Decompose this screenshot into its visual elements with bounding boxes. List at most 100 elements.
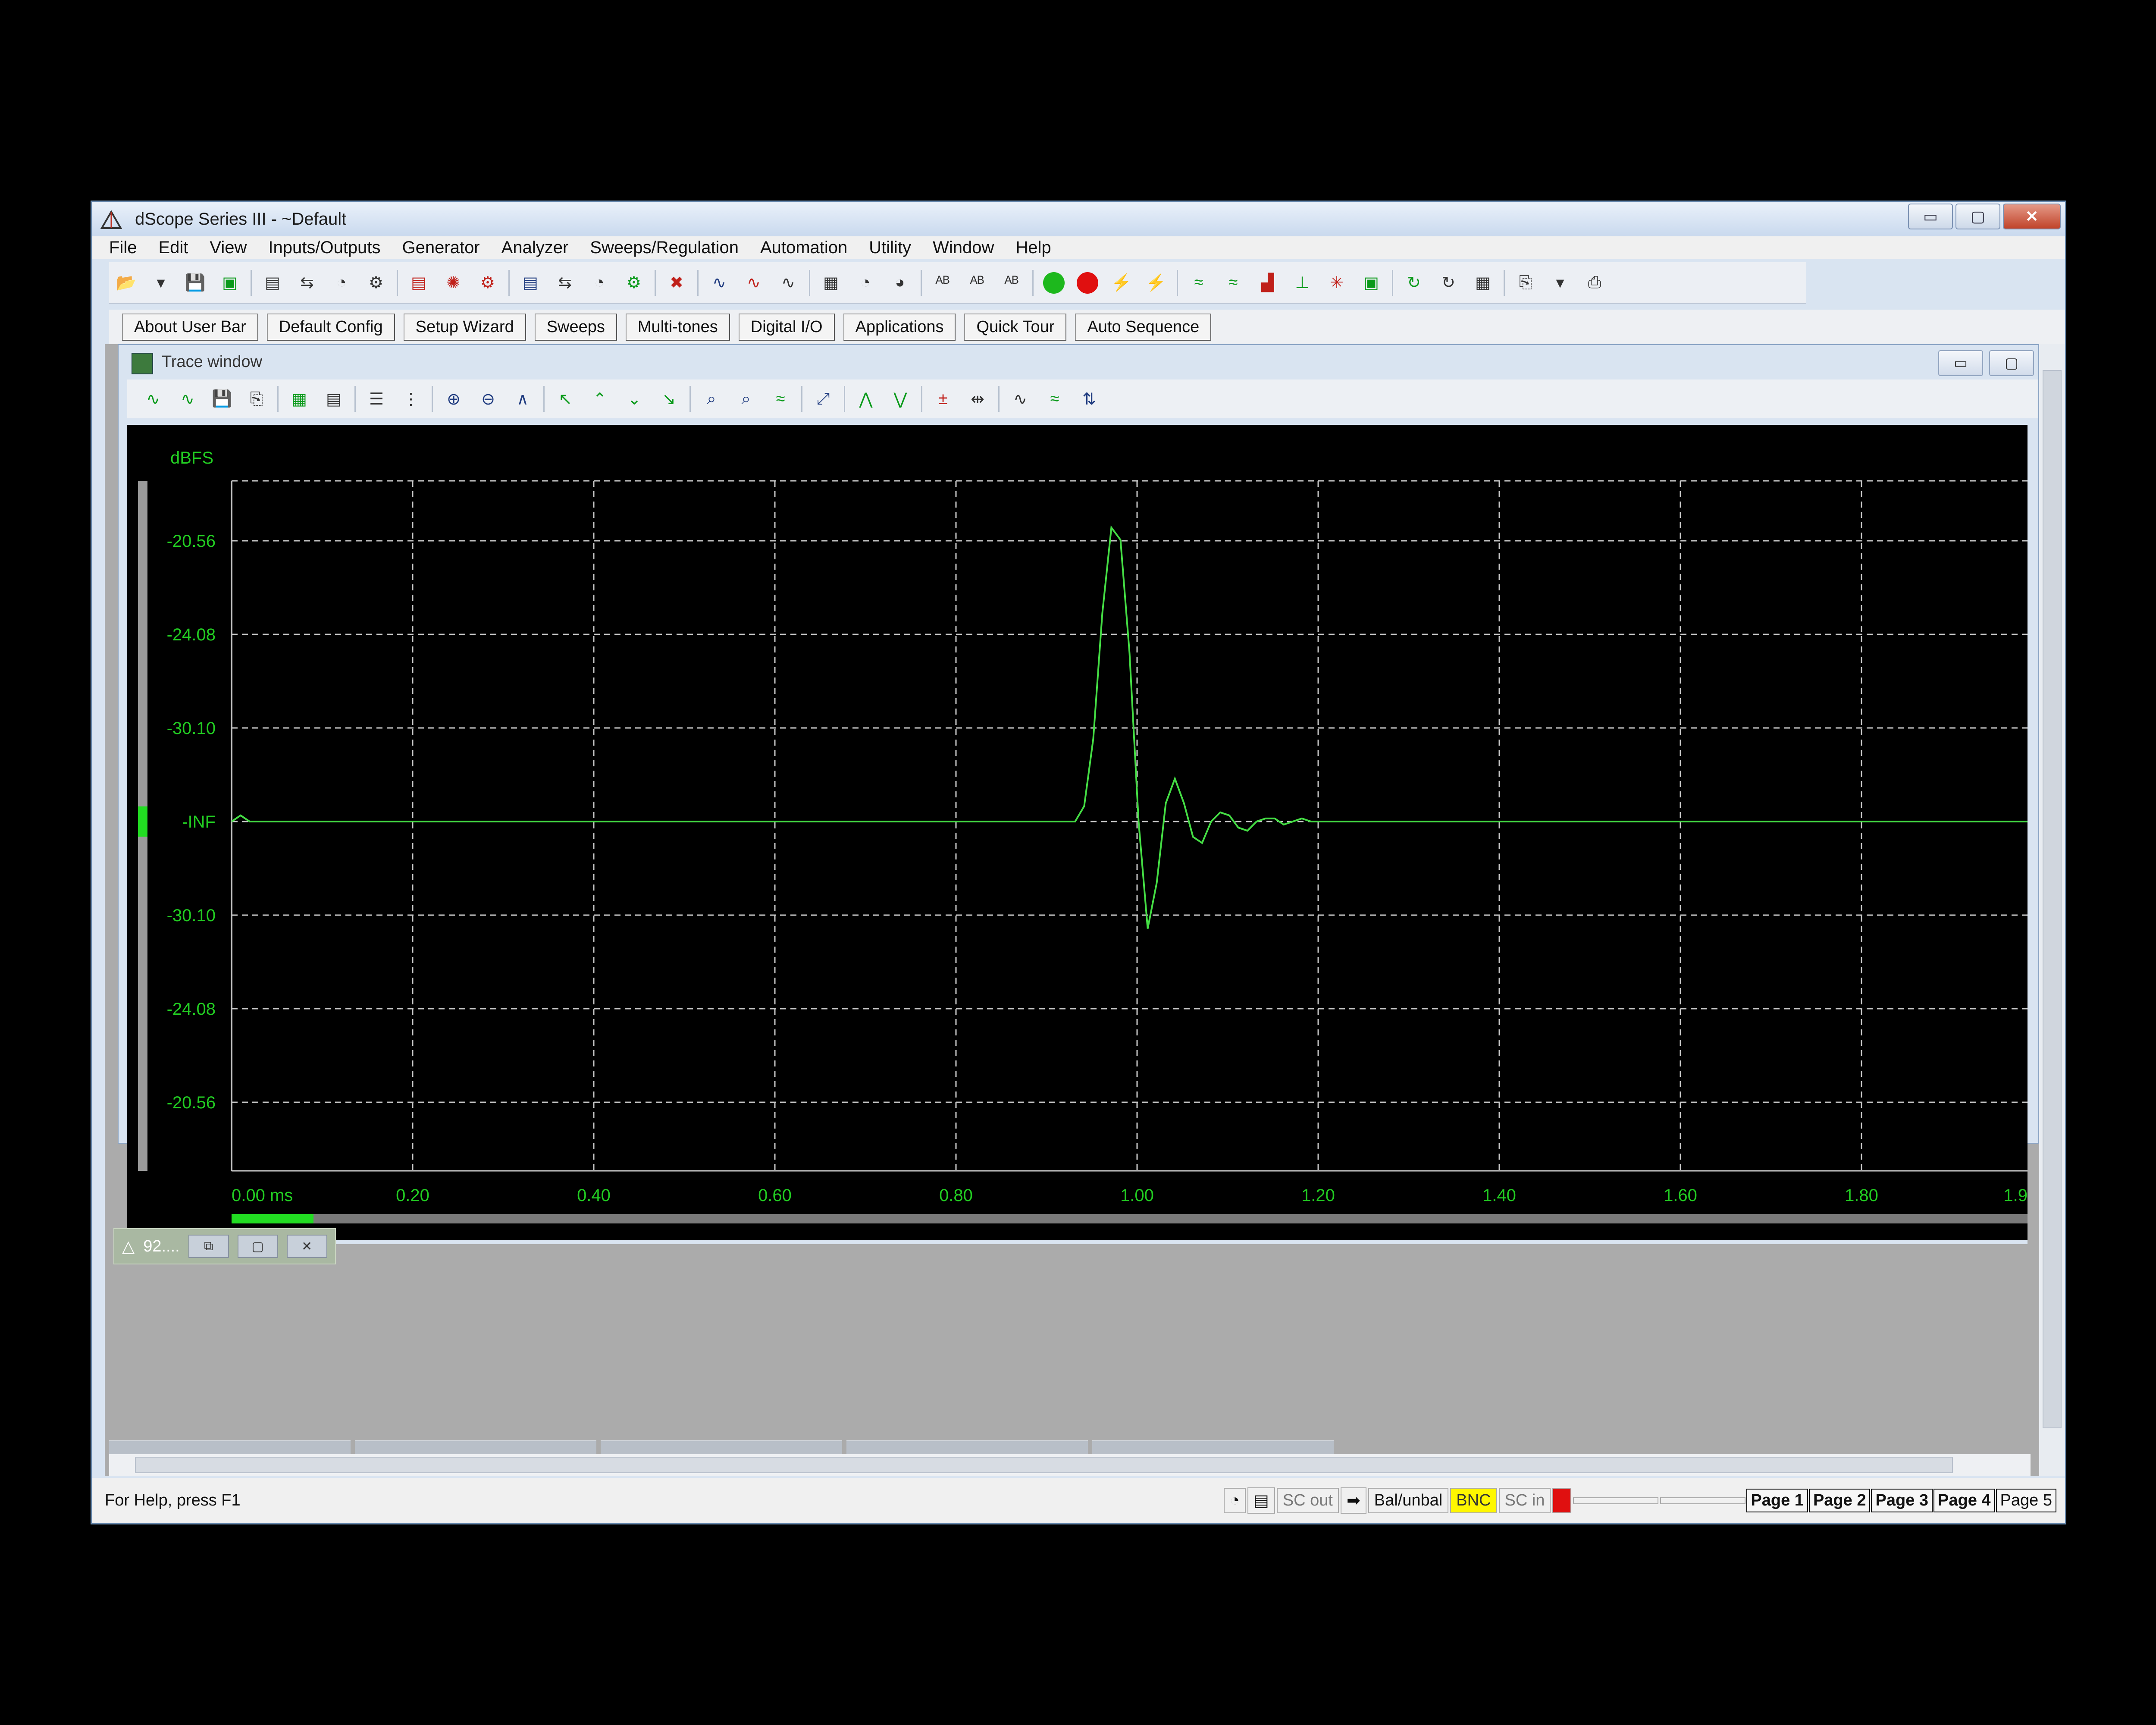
report-icon[interactable]: ⎙ (1582, 270, 1608, 296)
horizontal-scrollbar[interactable] (109, 1454, 2031, 1476)
output-gauge-icon[interactable]: ◔ (329, 270, 354, 296)
about-user-bar-button[interactable]: About User Bar (122, 313, 258, 341)
properties-icon[interactable]: ☰ (364, 386, 389, 412)
output-meter-icon[interactable]: ▤ (260, 270, 285, 296)
autoscale-icon[interactable]: ∧ (510, 386, 536, 412)
minimized-tab[interactable] (601, 1440, 842, 1454)
horizontal-scroll-thumb[interactable] (135, 1457, 1953, 1473)
stop-icon[interactable]: ✖ (664, 270, 689, 296)
page-5-tab[interactable]: Page 5 (1996, 1489, 2056, 1512)
dropdown-arrow-icon[interactable]: ▾ (1547, 270, 1573, 296)
generator-settings-icon[interactable]: ⚙ (475, 270, 501, 296)
input-meter-icon[interactable]: ▤ (517, 270, 543, 296)
cursor-peak-icon[interactable]: ⌃ (587, 386, 613, 412)
cursor-next-icon[interactable]: ⌄ (621, 386, 647, 412)
data-list-icon[interactable]: ⋮ (398, 386, 424, 412)
minimized-tab[interactable] (109, 1440, 351, 1454)
output-settings-icon[interactable]: ⚙ (363, 270, 389, 296)
menu-inputs-outputs[interactable]: Inputs/Outputs (268, 238, 380, 257)
copy-trace-icon[interactable]: ⎘ (244, 386, 270, 412)
spectrum-icon[interactable]: ▟ (1255, 270, 1281, 296)
minimized-tab[interactable] (846, 1440, 1088, 1454)
channel-b-icon[interactable]: ᴬᴮ (964, 270, 990, 296)
sweep-settings-icon[interactable]: ⚡ (1143, 270, 1169, 296)
page-3-tab[interactable]: Page 3 (1871, 1489, 1933, 1512)
input-gauge-icon[interactable]: ◔ (586, 270, 612, 296)
math-icon[interactable]: ± (930, 386, 956, 412)
sweeps-button[interactable]: Sweeps (534, 313, 617, 341)
multi-tones-button[interactable]: Multi-tones (625, 313, 730, 341)
waveform-off-icon[interactable]: ∿ (741, 270, 767, 296)
menu-utility[interactable]: Utility (869, 238, 911, 257)
script-step-icon[interactable]: ↻ (1435, 270, 1461, 296)
menu-help[interactable]: Help (1015, 238, 1051, 257)
output-switch-icon[interactable]: ⇆ (294, 270, 320, 296)
page-4-tab[interactable]: Page 4 (1934, 1489, 1995, 1512)
menu-window[interactable]: Window (933, 238, 994, 257)
open-folder-icon[interactable]: 📂 (113, 270, 139, 296)
peak-down-icon[interactable]: ⋁ (887, 386, 913, 412)
generator-dial-icon[interactable]: ✺ (440, 270, 466, 296)
generator-meter-icon[interactable]: ▤ (406, 270, 432, 296)
save-trace-icon[interactable]: 💾 (209, 386, 235, 412)
trace-minimize-button[interactable]: ▭ (1938, 350, 1983, 376)
save-icon[interactable]: 💾 (182, 270, 208, 296)
x-scroll-track[interactable] (232, 1214, 2028, 1223)
compare-icon[interactable]: ≈ (1042, 386, 1068, 412)
waveform-disabled-icon[interactable]: ∿ (775, 270, 801, 296)
menu-generator[interactable]: Generator (402, 238, 480, 257)
export-icon[interactable]: ⎘ (1513, 270, 1539, 296)
marker-icon[interactable]: ✳ (1324, 270, 1350, 296)
channel-a-icon[interactable]: ᴬᴮ (930, 270, 956, 296)
reference-icon[interactable]: ∿ (1007, 386, 1033, 412)
mini-maximize-button[interactable]: ▢ (237, 1235, 278, 1258)
save-config-icon[interactable]: ▣ (217, 270, 243, 296)
script-record-icon[interactable]: ▦ (1470, 270, 1496, 296)
level-icon[interactable]: ⊥ (1289, 270, 1315, 296)
trace-add-icon[interactable]: ≈ (1186, 270, 1212, 296)
trace-plot[interactable]: dBFS -20.56 -24.08 -30.10 -INF -30.10 -24.08 -… (127, 425, 2028, 1244)
run-green-icon[interactable] (1043, 272, 1065, 294)
menu-automation[interactable]: Automation (760, 238, 847, 257)
zoom-in-icon[interactable]: ⊕ (441, 386, 467, 412)
cursor-left-icon[interactable]: ↖ (552, 386, 578, 412)
record-red-icon[interactable] (1077, 272, 1098, 294)
dropdown-arrow-icon[interactable]: ▾ (148, 270, 174, 296)
link-icon[interactable]: ⇹ (965, 386, 990, 412)
peak-up-icon[interactable]: ⋀ (853, 386, 879, 412)
table-view-icon[interactable]: ▤ (321, 386, 347, 412)
add-trace-icon[interactable]: ∿ (140, 386, 166, 412)
marker-a-icon[interactable]: ⌕ (699, 386, 724, 412)
waveform-icon[interactable]: ∿ (706, 270, 732, 296)
sweep-icon[interactable]: ⚡ (1109, 270, 1134, 296)
setup-wizard-button[interactable]: Setup Wizard (403, 313, 526, 341)
applications-button[interactable]: Applications (843, 313, 956, 341)
marker-b-icon[interactable]: ⌕ (733, 386, 759, 412)
menu-file[interactable]: File (109, 238, 137, 257)
minimized-tab[interactable] (1092, 1440, 1334, 1454)
meter-icon[interactable]: ◔ (852, 270, 878, 296)
digital-io-button[interactable]: Digital I/O (738, 313, 835, 341)
page-1-tab[interactable]: Page 1 (1746, 1489, 1808, 1512)
script-run-icon[interactable]: ↻ (1401, 270, 1427, 296)
maximize-button[interactable]: ▢ (1955, 204, 2000, 229)
scope-icon[interactable]: ▦ (818, 270, 844, 296)
menu-edit[interactable]: Edit (158, 238, 188, 257)
default-config-button[interactable]: Default Config (266, 313, 395, 341)
quick-tour-button[interactable]: Quick Tour (964, 313, 1067, 341)
mini-close-button[interactable]: ✕ (286, 1235, 327, 1258)
x-scroll-thumb[interactable] (232, 1214, 313, 1223)
menu-view[interactable]: View (210, 238, 247, 257)
cursor-right-icon[interactable]: ↘ (656, 386, 682, 412)
vertical-scrollbar[interactable] (2039, 344, 2065, 1476)
menu-sweeps-regulation[interactable]: Sweeps/Regulation (590, 238, 739, 257)
trace-style-icon[interactable]: ∿ (175, 386, 201, 412)
graph-view-icon[interactable]: ▦ (286, 386, 312, 412)
page-2-tab[interactable]: Page 2 (1808, 1489, 1871, 1512)
input-settings-icon[interactable]: ⚙ (621, 270, 647, 296)
chart-icon[interactable]: ▣ (1358, 270, 1384, 296)
close-button[interactable]: ✕ (2003, 204, 2061, 229)
auto-sequence-button[interactable]: Auto Sequence (1075, 313, 1212, 341)
minimized-tab[interactable] (355, 1440, 596, 1454)
menu-analyzer[interactable]: Analyzer (501, 238, 569, 257)
